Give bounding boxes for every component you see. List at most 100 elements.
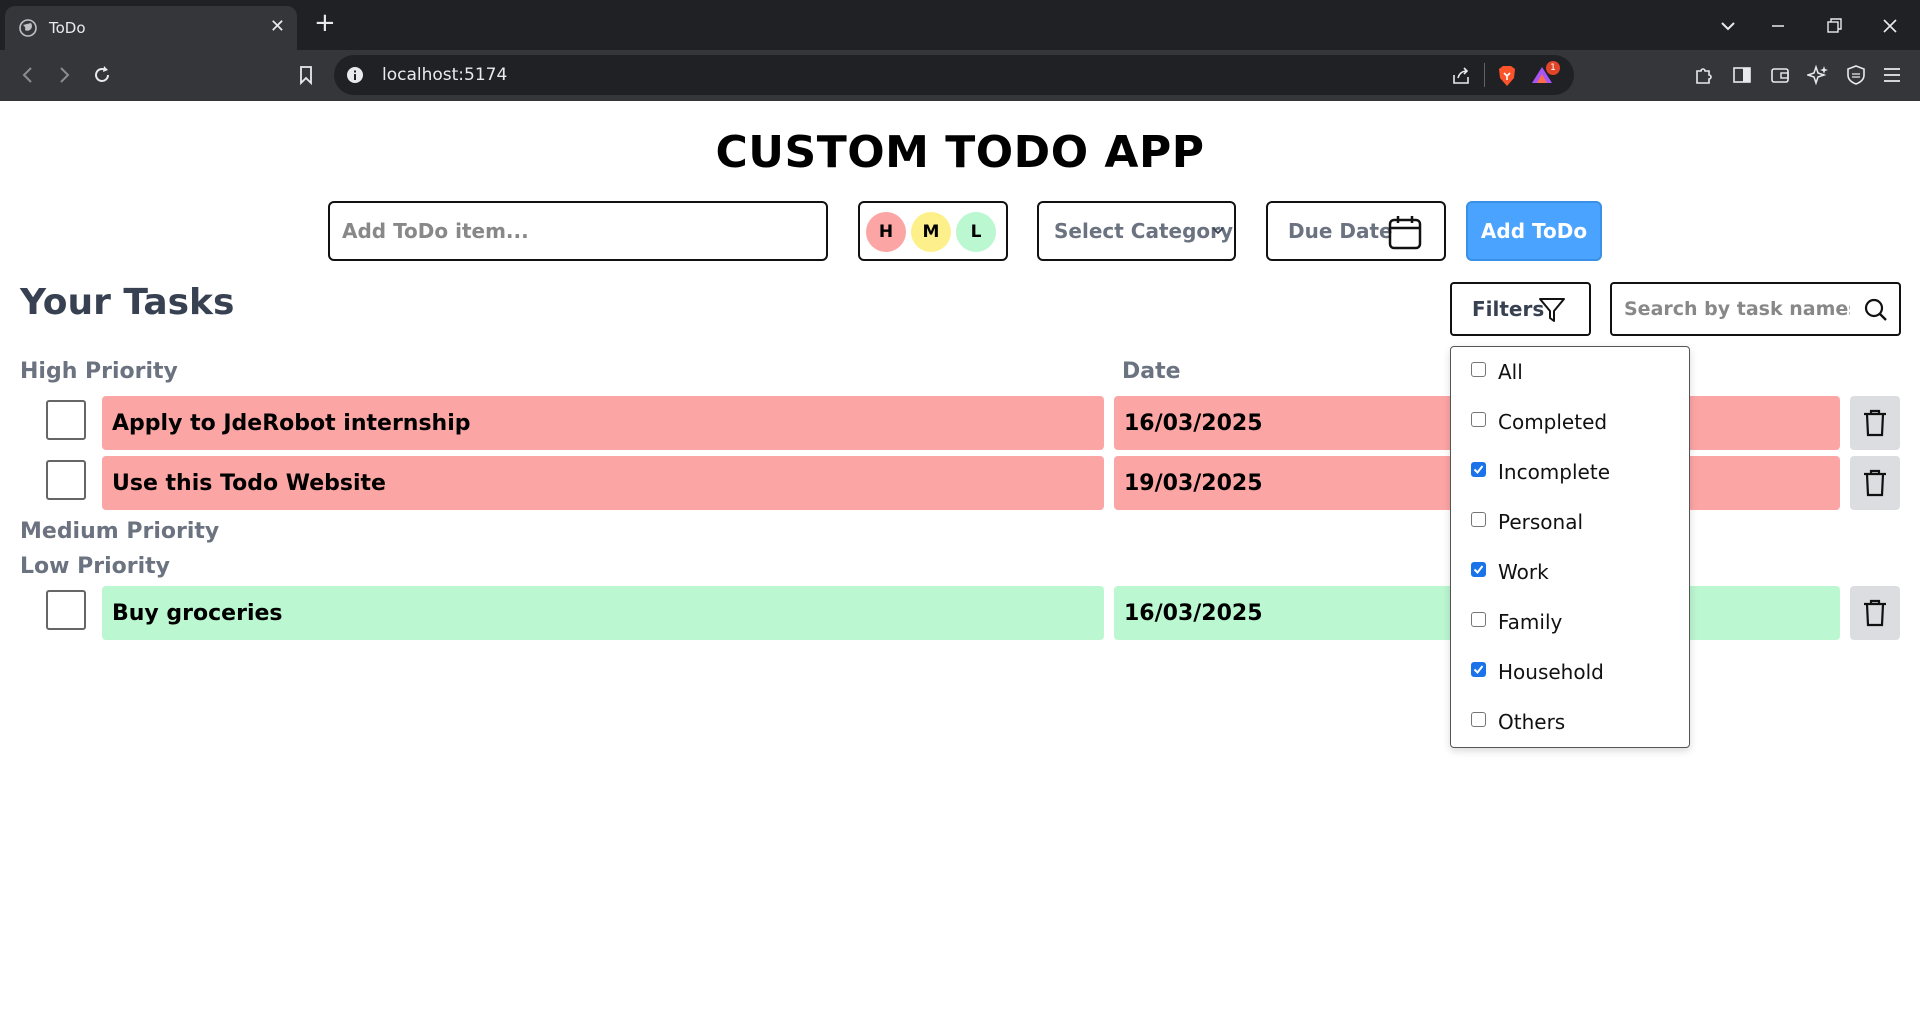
browser-toolbar: localhost:5174 1 [0,50,1920,101]
puzzle-icon [1696,68,1712,84]
due-date-button[interactable]: Due Date [1266,201,1446,261]
calendar-icon [1388,216,1422,250]
url-divider [1484,63,1485,87]
leo-ai-button[interactable] [1804,61,1832,89]
priority-medium-button[interactable]: M [911,212,951,252]
filter-option-label: Work [1498,560,1549,584]
trash-icon [1864,599,1886,627]
filter-checkbox[interactable] [1471,711,1486,727]
category-select[interactable]: Select Category [1037,201,1236,261]
medium-priority-heading: Medium Priority [20,519,220,544]
restore-icon[interactable] [1824,16,1844,36]
category-select-label: Select Category [1054,219,1234,243]
trash-icon [1864,469,1886,497]
reload-button[interactable] [88,61,116,89]
tab-close-icon[interactable]: ✕ [270,16,285,37]
forward-button[interactable] [50,61,78,89]
browser-tab[interactable]: ToDo ✕ [5,6,297,50]
wallet-button[interactable] [1766,61,1794,89]
filter-option-work[interactable]: Work [1471,557,1549,587]
filter-funnel-icon [1539,298,1565,322]
search-input[interactable] [1622,294,1852,324]
filter-checkbox[interactable] [1471,511,1486,527]
filter-checkbox[interactable] [1471,611,1486,627]
delete-task-button[interactable] [1850,456,1900,510]
priority-selector: H M L [858,201,1008,261]
app-title: CUSTOM TODO APP [715,127,1205,178]
wallet-icon [1771,68,1789,83]
filter-option-others[interactable]: Others [1471,707,1565,737]
priority-low-button[interactable]: L [956,212,996,252]
arrow-right-icon [60,67,70,83]
filter-checkbox[interactable] [1471,411,1486,427]
shield-icon [1847,65,1865,85]
add-todo-button[interactable]: Add ToDo [1466,201,1602,261]
filter-checkbox[interactable] [1471,661,1486,677]
arrow-left-icon [22,67,32,83]
filter-option-personal[interactable]: Personal [1471,507,1583,537]
filter-option-label: Others [1498,710,1566,734]
globe-icon [19,19,37,37]
delete-task-button[interactable] [1850,586,1900,640]
filter-option-incomplete[interactable]: Incomplete [1471,457,1610,487]
address-bar[interactable]: localhost:5174 1 [334,55,1574,95]
task-name[interactable]: Apply to JdeRobot internship [102,396,1104,450]
filter-option-household[interactable]: Household [1471,657,1604,687]
filter-option-completed[interactable]: Completed [1471,407,1607,437]
sidebar-icon [1733,67,1751,83]
search-icon[interactable] [1863,297,1889,323]
filter-option-label: Family [1498,610,1563,634]
url-text[interactable]: localhost:5174 [382,65,507,85]
bookmark-button[interactable] [292,61,320,89]
filters-label: Filters [1472,297,1545,321]
tab-title: ToDo [49,19,86,37]
bookmark-icon [300,66,312,86]
minimize-icon[interactable] [1768,16,1788,36]
filter-checkbox[interactable] [1471,361,1486,377]
share-icon [1453,67,1469,84]
filter-option-label: All [1498,360,1523,384]
new-tab-button[interactable]: + [314,8,336,38]
sidebar-button[interactable] [1728,61,1756,89]
extensions-button[interactable] [1690,61,1718,89]
date-column-header: Date [1122,359,1181,384]
vpn-button[interactable] [1842,61,1870,89]
task-checkbox[interactable] [46,460,86,500]
site-info-icon[interactable] [346,66,364,84]
priority-high-button[interactable]: H [866,212,906,252]
low-priority-heading: Low Priority [20,554,170,579]
window-close-icon[interactable] [1880,16,1900,36]
brave-lion-icon [1499,66,1515,86]
filter-option-label: Household [1498,660,1604,684]
trash-icon [1864,409,1886,437]
sparkle-icon [1807,64,1828,86]
high-priority-heading: High Priority [20,359,178,384]
task-checkbox[interactable] [46,590,86,630]
share-button[interactable] [1448,63,1474,89]
browser-tab-bar: ToDo ✕ + [0,0,1920,50]
filter-checkbox[interactable] [1471,461,1486,477]
hamburger-menu-icon [1884,68,1900,82]
task-name[interactable]: Buy groceries [102,586,1104,640]
task-checkbox[interactable] [46,400,86,440]
chevron-down-icon [1212,227,1224,235]
add-todo-input[interactable] [328,201,828,261]
rewards-badge: 1 [1546,61,1560,75]
task-name[interactable]: Use this Todo Website [102,456,1104,510]
filter-option-all[interactable]: All [1471,357,1523,387]
filter-option-family[interactable]: Family [1471,607,1562,637]
filter-option-label: Personal [1498,510,1584,534]
menu-button[interactable] [1878,61,1906,89]
filters-dropdown: All Completed Incomplete Personal Work F… [1450,346,1690,748]
task-search [1610,282,1901,336]
delete-task-button[interactable] [1850,396,1900,450]
filter-checkbox[interactable] [1471,561,1486,577]
filters-button[interactable]: Filters [1450,282,1591,336]
tab-search-chevron-icon[interactable] [1718,16,1738,36]
brave-rewards-button[interactable]: 1 [1530,61,1560,89]
back-button[interactable] [14,61,42,89]
brave-shields-button[interactable] [1494,63,1520,89]
your-tasks-heading: Your Tasks [20,282,235,323]
due-date-label: Due Date [1288,219,1393,243]
reload-icon [95,66,109,82]
